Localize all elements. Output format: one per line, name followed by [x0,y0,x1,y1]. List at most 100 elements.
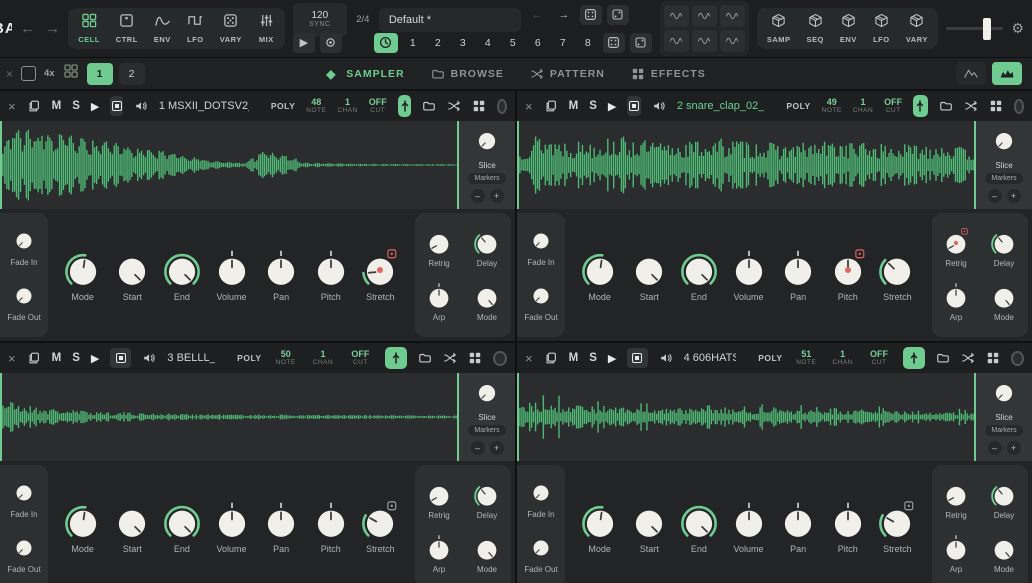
scene-button-1[interactable]: 1 [403,33,423,53]
copy-icon[interactable] [27,99,41,113]
cell-record-button[interactable] [1014,99,1024,114]
tab-sampler[interactable]: ◆SAMPLER [326,67,404,81]
preset-selector[interactable]: Default * [379,8,521,32]
start-marker[interactable] [517,121,519,209]
mode-button-env[interactable]: ENV [154,13,171,44]
close-icon[interactable]: × [525,351,533,366]
tab-browse[interactable]: BROWSE [431,67,504,81]
retrig-knob[interactable]: Retrig [424,228,454,268]
pitch-knob[interactable]: Pitch [827,501,869,554]
waveform-display[interactable] [0,373,459,461]
mode-knob[interactable]: Mode [579,501,621,554]
markers-button[interactable]: Markers [985,425,1022,436]
arp-knob[interactable]: Arp [941,282,971,322]
grid-icon[interactable] [468,351,482,365]
mode-knob[interactable]: Mode [989,534,1019,574]
fade-out-knob[interactable] [12,283,36,312]
pan-knob[interactable]: Pan [777,501,819,554]
mode-button-vary[interactable]: VARY [220,13,242,44]
note-stepper[interactable]: 51 NOTE [794,349,819,367]
grid-icon[interactable] [986,351,1000,365]
bank-pad-2[interactable]: 2 [119,63,145,85]
slice-minus-button[interactable]: – [471,441,485,455]
slice-minus-button[interactable]: – [471,189,485,203]
mode-button-cell[interactable]: CELL [78,13,100,44]
cell-play-button[interactable]: ▶ [608,352,616,365]
mode-button-mix[interactable]: MIX [258,13,275,44]
scene-button-3[interactable]: 3 [453,33,473,53]
note-stepper[interactable]: 48 NOTE [306,97,326,115]
cell-play-button[interactable]: ▶ [91,100,99,113]
cut-stepper[interactable]: OFF CUT [369,97,387,115]
shuffle-icon[interactable] [961,351,975,365]
slice-plus-button[interactable]: + [490,441,504,455]
redo-icon[interactable]: → [553,5,575,25]
copy-icon[interactable] [27,351,41,365]
scene-button-4[interactable]: 4 [478,33,498,53]
start-marker[interactable] [0,121,2,209]
grid-icon[interactable] [472,99,486,113]
checkbox[interactable] [21,66,36,81]
mode-knob[interactable]: Mode [579,249,621,302]
end-knob[interactable]: End [678,501,720,554]
undo-icon[interactable]: ← [526,5,548,25]
cell-stop-button[interactable] [110,96,122,116]
nav-forward-icon[interactable]: → [45,20,60,37]
volume-knob[interactable]: Volume [728,501,770,554]
scene-expand-icon[interactable] [630,33,652,53]
sample-name[interactable]: 1 MSXII_DOTSV2_[[Books_And_... [159,100,249,112]
cell-record-button[interactable] [497,99,507,114]
solo-button[interactable]: S [72,100,80,112]
channel-stepper[interactable]: 1 CHAN [310,349,336,367]
delay-knob[interactable]: Delay [472,480,502,520]
pitch-knob[interactable]: Pitch [310,501,352,554]
waveform-display[interactable] [517,373,976,461]
settings-gear-icon[interactable]: ⚙ [1011,20,1024,37]
speaker-icon[interactable] [659,351,673,365]
fade-out-knob[interactable] [12,535,36,564]
start-marker[interactable] [0,373,2,461]
keys-mode-button[interactable] [385,347,408,369]
nav-back-icon[interactable]: ← [20,20,35,37]
solo-button[interactable]: S [72,352,80,364]
volume-knob[interactable]: Volume [211,501,253,554]
solo-button[interactable]: S [589,352,597,364]
lfo-shape-button[interactable] [720,30,745,52]
scene-clock-button[interactable] [374,33,398,53]
fade-in-knob[interactable] [529,228,553,257]
keys-mode-button[interactable] [903,347,925,369]
speaker-icon[interactable] [142,351,156,365]
mode-button-ctrl[interactable]: CTRL [116,13,138,44]
fade-in-knob[interactable] [529,480,553,509]
lfo-shape-button[interactable] [664,30,689,52]
mode-button-lfo[interactable]: LFO [187,13,204,44]
poly-mode-button[interactable]: POLY [758,353,782,363]
master-volume-slider[interactable] [946,18,1004,40]
multiplier-label[interactable]: 4x [44,68,55,79]
shuffle-icon[interactable] [443,351,457,365]
delay-knob[interactable]: Delay [989,228,1019,268]
folder-icon[interactable] [936,351,950,365]
start-knob[interactable]: Start [628,501,670,554]
volume-knob[interactable]: Volume [728,249,770,302]
close-icon[interactable]: × [525,99,533,114]
lfo-shape-button[interactable] [692,5,717,27]
play-button[interactable]: ▶ [293,33,315,53]
lfo-shape-button[interactable] [692,30,717,52]
retrig-knob[interactable]: Retrig [424,480,454,520]
pitch-knob[interactable]: Pitch [827,249,869,302]
solo-button[interactable]: S [589,100,597,112]
cut-stepper[interactable]: OFF CUT [884,97,902,115]
arp-knob[interactable]: Arp [424,282,454,322]
bank-pad-1[interactable]: 1 [87,63,113,85]
sample-name[interactable]: 4 606HATS2 [684,352,737,364]
end-knob[interactable]: End [678,249,720,302]
delay-knob[interactable]: Delay [989,480,1019,520]
mute-button[interactable]: M [569,100,579,112]
mode-knob[interactable]: Mode [472,534,502,574]
markers-button[interactable]: Markers [468,173,505,184]
cell-stop-button[interactable] [627,348,647,368]
end-knob[interactable]: End [161,501,203,554]
fade-in-knob[interactable] [12,480,36,509]
fade-out-knob[interactable] [529,535,553,564]
